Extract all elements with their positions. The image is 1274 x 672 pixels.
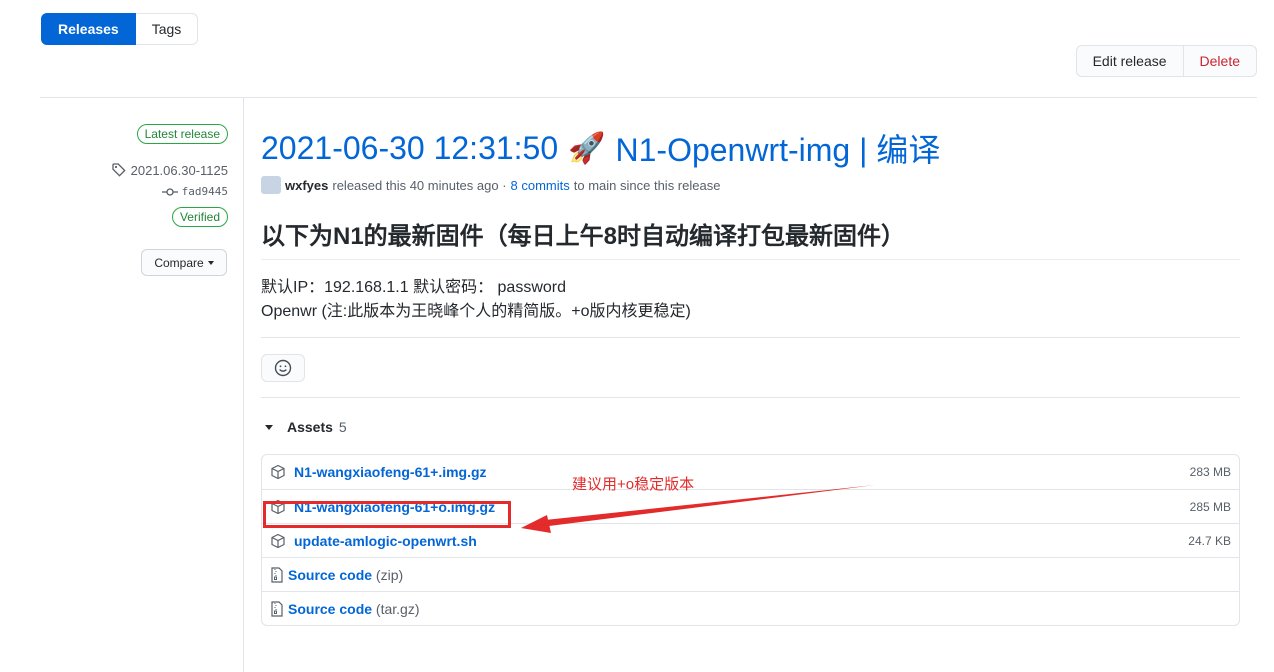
tag-icon [111, 163, 126, 177]
released-text: released this 40 minutes ago · [332, 177, 507, 193]
commit-link[interactable]: fad9445 [161, 185, 228, 198]
release-title-date: 2021-06-30 12:31:50 [261, 129, 559, 166]
file-zip-icon [271, 566, 283, 583]
annotation-arrow [521, 485, 875, 533]
notes-line-1: 默认IP：192.168.1.1 默认密码： password [261, 279, 567, 296]
commits-suffix: to main since this release [573, 177, 721, 193]
annotation-highlight-box [263, 501, 511, 528]
caret-down-icon [265, 424, 273, 430]
asset-size: 283 MB [1189, 465, 1231, 479]
verified-badge[interactable]: Verified [171, 207, 228, 227]
commits-link[interactable]: 8 commits [511, 178, 570, 193]
release-heading: 以下为N1的最新固件（每日上午8时自动编译打包最新固件） [261, 216, 1240, 260]
release-body: 2021-06-30 12:31:50 🚀 N1-Openwrt-img | 编… [261, 124, 1240, 626]
latest-release-badge: Latest release [136, 124, 228, 144]
commit-icon [161, 187, 178, 196]
release-tabs: Releases Tags [41, 13, 199, 45]
release-notes: 默认IP：192.168.1.1 默认密码： password Openwr (… [261, 276, 1240, 324]
tab-tags[interactable]: Tags [135, 13, 199, 45]
delete-release-button[interactable]: Delete [1183, 45, 1257, 77]
source-code-zip[interactable]: Source code (zip) [288, 567, 403, 583]
asset-row[interactable]: Source code (zip) [262, 557, 1239, 591]
release-title[interactable]: 2021-06-30 12:31:50 🚀 N1-Openwrt-img | 编… [261, 124, 1240, 172]
release-meta: Latest release 2021.06.30-1125 fad9445 V… [111, 124, 228, 227]
compare-label: Compare [154, 255, 204, 270]
source-ext: (tar.gz) [375, 600, 420, 617]
asset-size: 285 MB [1189, 499, 1231, 514]
divider [261, 397, 1240, 398]
source-ext: (zip) [375, 566, 404, 583]
file-zip-icon [271, 600, 283, 617]
add-reaction-button[interactable] [261, 354, 305, 382]
release-title-name: N1-Openwrt-img | 编译 [615, 132, 941, 168]
notes-line-2: Openwr (注:此版本为王晓峰个人的精简版。+o版内核更稳定) [261, 303, 691, 320]
source-code-targz[interactable]: Source code (tar.gz) [288, 601, 420, 617]
rocket-icon: 🚀 [568, 131, 606, 165]
divider [40, 97, 1257, 98]
tag-link[interactable]: 2021.06.30-1125 [111, 162, 228, 178]
author-link[interactable]: wxfyes [285, 178, 328, 193]
column-divider [243, 97, 244, 672]
tag-name: 2021.06.30-1125 [130, 162, 228, 178]
assets-label: Assets [287, 419, 333, 435]
asset-name[interactable]: N1-wangxiaofeng-61+.img.gz [294, 464, 487, 480]
edit-release-button[interactable]: Edit release [1075, 45, 1184, 77]
package-icon [271, 464, 285, 480]
asset-name[interactable]: update-amlogic-openwrt.sh [294, 533, 477, 549]
source-label: Source code [288, 600, 373, 617]
tab-releases[interactable]: Releases [41, 13, 136, 45]
asset-row[interactable]: Source code (tar.gz) [262, 591, 1239, 625]
assets-count: 5 [338, 419, 347, 435]
asset-size: 24.7 KB [1188, 533, 1231, 548]
compare-button[interactable]: Compare [141, 249, 227, 276]
release-actions: Edit release Delete [1075, 45, 1257, 77]
avatar[interactable] [261, 176, 281, 194]
assets-toggle[interactable]: Assets 5 [261, 417, 1240, 437]
release-byline: wxfyes released this 40 minutes ago · 8 … [261, 176, 1240, 194]
package-icon [271, 533, 285, 548]
chevron-down-icon [207, 260, 214, 265]
smiley-icon [274, 359, 292, 377]
commit-sha: fad9445 [181, 185, 228, 198]
source-label: Source code [288, 566, 373, 583]
divider [261, 337, 1240, 338]
